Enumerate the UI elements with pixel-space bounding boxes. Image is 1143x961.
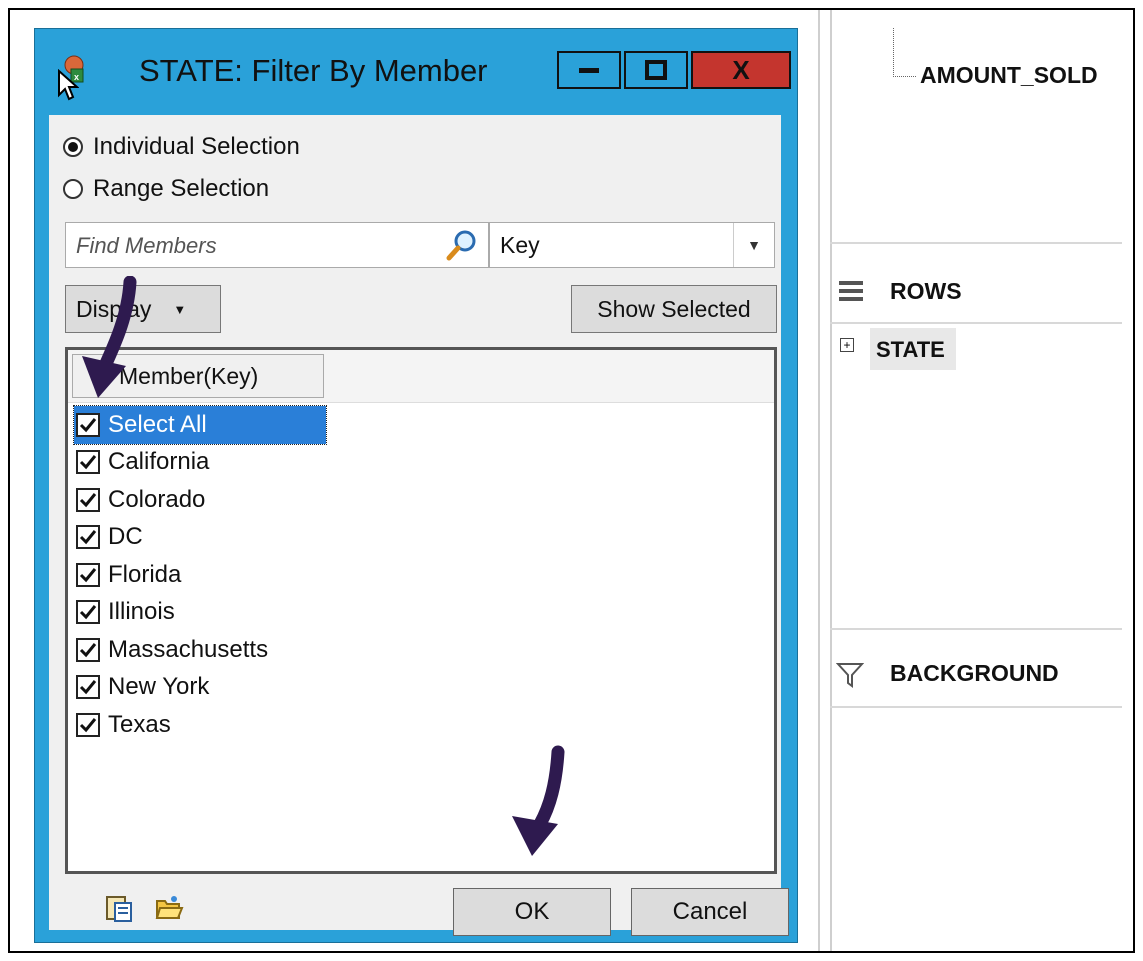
cancel-button[interactable]: Cancel bbox=[631, 888, 789, 936]
list-item[interactable]: DC bbox=[74, 519, 326, 557]
key-dropdown-value: Key bbox=[500, 232, 540, 258]
chevron-down-icon: ▼ bbox=[173, 301, 187, 317]
member-label: DC bbox=[108, 523, 143, 551]
checkbox-checked[interactable] bbox=[76, 600, 100, 625]
list-item[interactable]: California bbox=[74, 444, 326, 482]
minimize-button[interactable] bbox=[557, 51, 621, 89]
annotation-arrow-icon bbox=[82, 276, 137, 398]
checkmark-icon bbox=[79, 605, 97, 620]
list-item[interactable]: Select All bbox=[73, 405, 327, 445]
radio-range-selection[interactable]: Range Selection bbox=[63, 175, 269, 203]
radio-label: Individual Selection bbox=[93, 133, 300, 160]
background-section-label: BACKGROUND bbox=[890, 660, 1059, 686]
radio-individual-selection[interactable]: Individual Selection bbox=[63, 133, 300, 161]
checkmark-icon bbox=[79, 492, 97, 507]
member-list[interactable]: Member(Key) Select All California Colorado… bbox=[65, 347, 777, 874]
tree-connector bbox=[893, 28, 916, 77]
key-dropdown[interactable]: Key ▼ bbox=[489, 222, 775, 268]
close-icon: X bbox=[732, 54, 750, 85]
rows-section-label: ROWS bbox=[890, 278, 962, 304]
radio-button-unchecked[interactable] bbox=[63, 179, 83, 199]
checkmark-icon bbox=[79, 680, 97, 695]
title-bar[interactable]: x STATE: Filter By Member X bbox=[35, 29, 797, 115]
dialog-client-area: Individual Selection Range Selection Key… bbox=[49, 115, 789, 936]
maximize-button[interactable] bbox=[624, 51, 688, 89]
list-item[interactable]: Texas bbox=[74, 706, 326, 744]
chevron-down-icon[interactable]: ▼ bbox=[733, 223, 774, 267]
mouse-cursor-icon bbox=[58, 69, 79, 101]
list-item[interactable]: Illinois bbox=[74, 594, 326, 632]
close-button[interactable]: X bbox=[691, 51, 791, 89]
list-item[interactable]: Massachusetts bbox=[74, 631, 326, 669]
panel-divider-left bbox=[818, 10, 820, 951]
checkbox-checked[interactable] bbox=[76, 637, 100, 662]
checkbox-checked[interactable] bbox=[76, 712, 100, 737]
find-members-input[interactable] bbox=[74, 231, 438, 261]
rows-item-state[interactable]: STATE bbox=[876, 337, 945, 363]
checkmark-icon bbox=[79, 455, 97, 470]
list-item[interactable]: Florida bbox=[74, 556, 326, 594]
section-divider bbox=[830, 628, 1122, 630]
checkbox-checked[interactable] bbox=[76, 562, 100, 587]
find-members-box[interactable] bbox=[65, 222, 489, 268]
minimize-icon bbox=[579, 68, 599, 73]
list-item[interactable]: Colorado bbox=[74, 481, 326, 519]
list-header: Member(Key) bbox=[68, 350, 774, 403]
ok-button[interactable]: OK bbox=[453, 888, 611, 936]
annotation-arrow-icon bbox=[512, 745, 565, 856]
member-label: Select All bbox=[108, 410, 207, 438]
filter-dialog: x STATE: Filter By Member X Individual S… bbox=[34, 28, 798, 943]
search-icon[interactable] bbox=[446, 229, 478, 261]
section-divider bbox=[830, 706, 1122, 708]
checkbox-checked[interactable] bbox=[76, 525, 100, 550]
member-rows: Select All California Colorado DC Florida Ill… bbox=[73, 405, 327, 744]
member-label: Massachusetts bbox=[108, 635, 269, 663]
section-divider bbox=[830, 242, 1122, 244]
checkbox-checked[interactable] bbox=[76, 450, 100, 475]
open-folder-icon[interactable] bbox=[153, 892, 185, 924]
checkmark-icon bbox=[79, 567, 97, 582]
member-label: Illinois bbox=[108, 598, 175, 626]
checkbox-checked[interactable] bbox=[76, 675, 100, 700]
section-divider bbox=[830, 322, 1122, 324]
checkbox-checked[interactable] bbox=[76, 412, 100, 437]
member-label: Texas bbox=[108, 710, 171, 738]
paste-icon[interactable] bbox=[103, 892, 135, 924]
expand-icon[interactable]: + bbox=[840, 338, 854, 352]
checkmark-icon bbox=[79, 530, 97, 545]
rows-icon bbox=[839, 281, 863, 301]
radio-label: Range Selection bbox=[93, 175, 270, 202]
member-label: Colorado bbox=[108, 485, 206, 513]
show-selected-button[interactable]: Show Selected bbox=[571, 285, 777, 333]
dialog-title: STATE: Filter By Member bbox=[139, 53, 488, 88]
radio-button-checked[interactable] bbox=[63, 137, 83, 157]
measure-item-amount-sold[interactable]: AMOUNT_SOLD bbox=[920, 62, 1098, 89]
member-label: California bbox=[108, 448, 210, 476]
checkmark-icon bbox=[79, 417, 97, 432]
checkbox-checked[interactable] bbox=[76, 487, 100, 512]
member-label: Florida bbox=[108, 560, 182, 588]
checkmark-icon bbox=[79, 642, 97, 657]
checkmark-icon bbox=[79, 717, 97, 732]
member-label: New York bbox=[108, 673, 210, 701]
filter-icon bbox=[836, 663, 864, 688]
list-item[interactable]: New York bbox=[74, 669, 326, 707]
panel-divider-right bbox=[830, 10, 832, 951]
maximize-icon bbox=[645, 60, 667, 80]
